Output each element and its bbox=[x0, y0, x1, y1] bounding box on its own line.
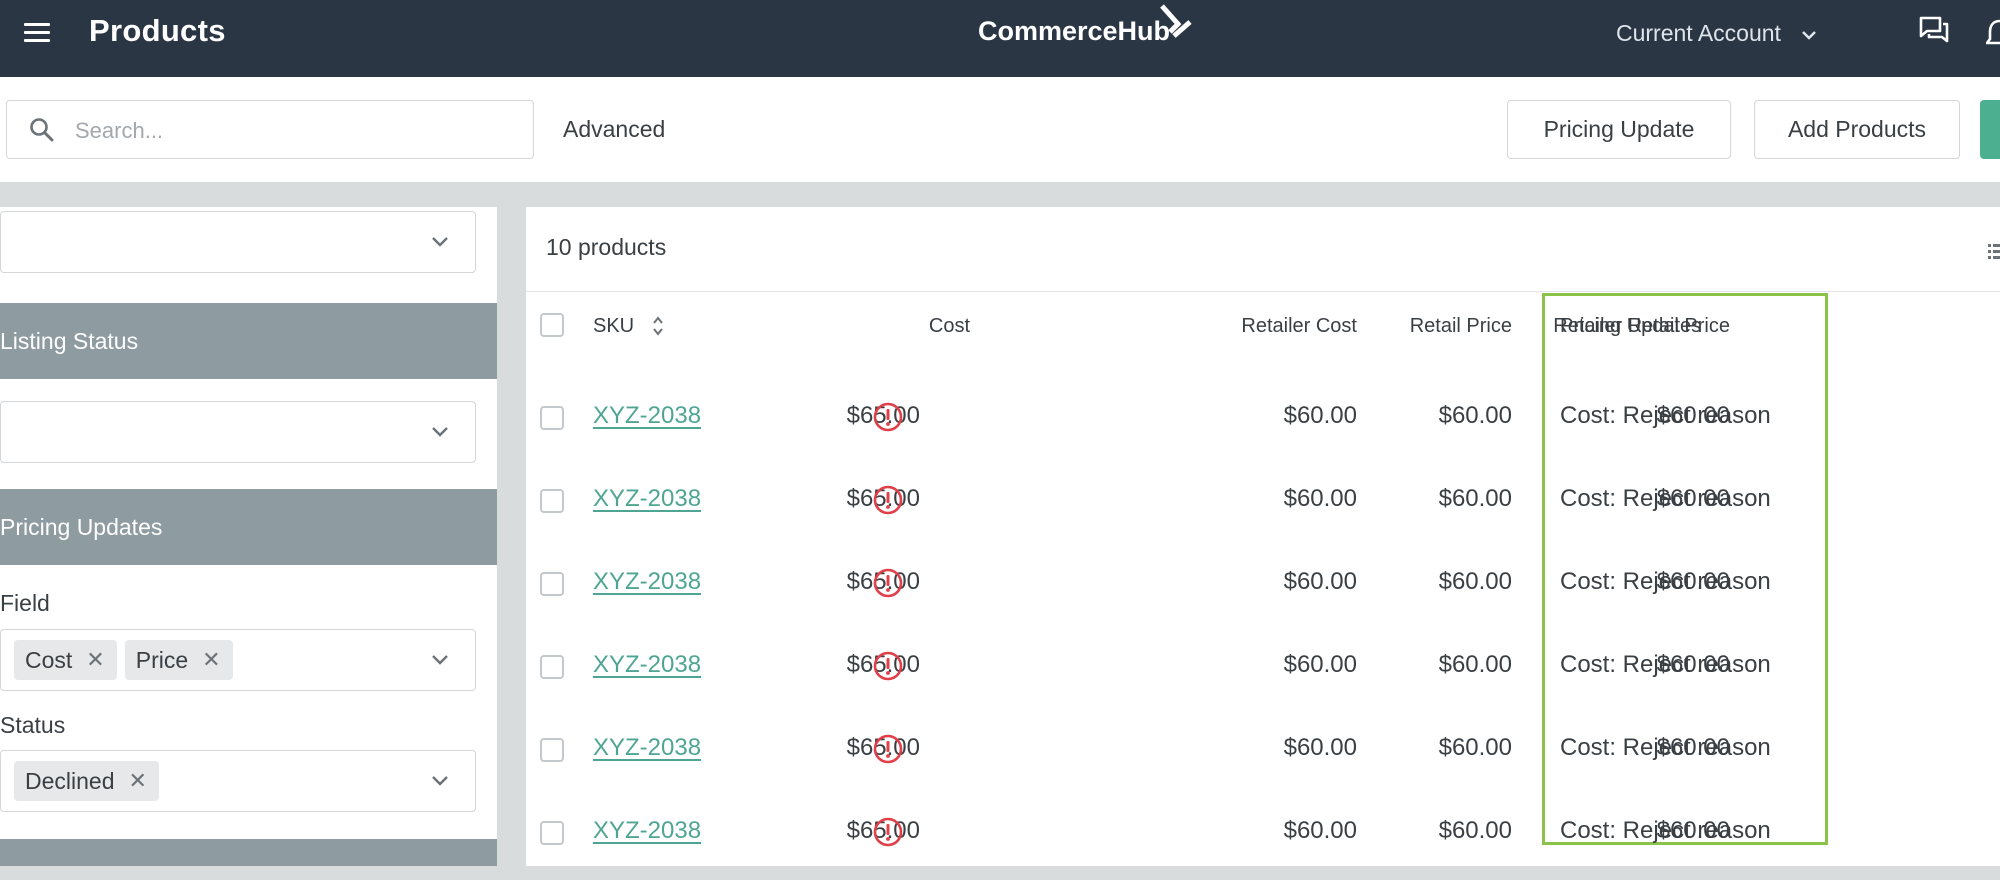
row-checkbox[interactable] bbox=[540, 821, 564, 845]
status-chip-declined: Declined ✕ bbox=[14, 761, 159, 801]
products-panel: 10 products SKU Cost Retailer Cost Retai… bbox=[526, 207, 2000, 866]
remove-chip-icon[interactable]: ✕ bbox=[86, 647, 104, 673]
top-bar: Products CommerceHub Current Account bbox=[0, 0, 2000, 77]
row-checkbox[interactable] bbox=[540, 406, 564, 430]
column-header-retail-price[interactable]: Retail Price bbox=[1410, 315, 1512, 338]
chip-label: Declined bbox=[25, 767, 115, 794]
retailer-cost-value: $60.00 bbox=[1283, 568, 1357, 595]
bell-icon[interactable] bbox=[1986, 18, 2000, 48]
hamburger-icon[interactable] bbox=[24, 23, 50, 43]
retailer-cost-value: $60.00 bbox=[1283, 485, 1357, 512]
retailer-cost-value: $60.00 bbox=[1283, 817, 1357, 844]
chevron-down-icon bbox=[1802, 31, 1817, 40]
status-multiselect[interactable]: Declined ✕ bbox=[0, 750, 476, 812]
brand-name: CommerceHub bbox=[978, 16, 1171, 46]
product-count: 10 products bbox=[546, 234, 667, 260]
retailer-cost-value: $60.00 bbox=[1283, 734, 1357, 761]
sku-link[interactable]: XYZ-2038 bbox=[593, 485, 701, 513]
alert-circle-icon[interactable] bbox=[872, 650, 904, 682]
retail-price-value: $60.00 bbox=[1438, 734, 1512, 761]
alert-circle-icon[interactable] bbox=[872, 733, 904, 765]
alert-circle-icon[interactable] bbox=[872, 484, 904, 516]
next-filter-header[interactable] bbox=[0, 839, 497, 866]
retailer-cost-value: $60.00 bbox=[1283, 651, 1357, 678]
filter-sidebar: Listing Status Pricing Updates Field Cos… bbox=[0, 207, 497, 866]
account-label: Current Account bbox=[1616, 20, 1781, 46]
search-icon bbox=[30, 118, 54, 142]
chevron-down-icon bbox=[432, 237, 448, 247]
commercehub-logo-icon bbox=[1160, 4, 1192, 38]
chevron-down-icon bbox=[432, 776, 448, 786]
retailer-cost-value: $60.00 bbox=[1283, 402, 1357, 429]
row-checkbox[interactable] bbox=[540, 655, 564, 679]
search-input[interactable] bbox=[73, 111, 517, 151]
column-header-cost[interactable]: Cost bbox=[929, 315, 970, 338]
table-row: XYZ-2038 $65.00 $60.00 $60.00 $60.00 Cos… bbox=[526, 797, 2000, 880]
pricing-update-text: Cost: Reject reason bbox=[1560, 568, 1771, 595]
row-checkbox[interactable] bbox=[540, 572, 564, 596]
field-chip-price: Price ✕ bbox=[124, 640, 233, 680]
chat-icon[interactable] bbox=[1918, 15, 1950, 47]
primary-action-button[interactable] bbox=[1980, 100, 2000, 159]
chevron-down-icon bbox=[432, 427, 448, 437]
pricing-updates-header[interactable]: Pricing Updates bbox=[0, 489, 497, 565]
pricing-update-button[interactable]: Pricing Update bbox=[1507, 100, 1731, 159]
page-title: Products bbox=[89, 13, 226, 48]
listing-status-header[interactable]: Listing Status bbox=[0, 303, 497, 379]
sort-icon[interactable] bbox=[652, 315, 664, 337]
pricing-update-text: Cost: Reject reason bbox=[1560, 734, 1771, 761]
chip-label: Price bbox=[135, 646, 189, 673]
retail-price-value: $60.00 bbox=[1438, 402, 1512, 429]
sku-link[interactable]: XYZ-2038 bbox=[593, 734, 701, 762]
row-checkbox[interactable] bbox=[540, 738, 564, 762]
field-chip-cost: Cost ✕ bbox=[14, 640, 117, 680]
add-products-button[interactable]: Add Products bbox=[1754, 100, 1960, 159]
field-label: Field bbox=[0, 590, 50, 616]
alert-circle-icon[interactable] bbox=[872, 816, 904, 848]
row-checkbox[interactable] bbox=[540, 489, 564, 513]
table-row: XYZ-2038 $65.00 $60.00 $60.00 $60.00 Cos… bbox=[526, 465, 2000, 548]
retail-price-value: $60.00 bbox=[1438, 651, 1512, 678]
retail-price-value: $60.00 bbox=[1438, 568, 1512, 595]
remove-chip-icon[interactable]: ✕ bbox=[202, 647, 220, 673]
list-icon[interactable] bbox=[1988, 243, 2000, 261]
sku-link[interactable]: XYZ-2038 bbox=[593, 402, 701, 430]
chip-label: Cost bbox=[25, 646, 73, 673]
search-box[interactable] bbox=[6, 100, 534, 159]
field-multiselect[interactable]: Cost ✕ Price ✕ bbox=[0, 629, 476, 691]
table-row: XYZ-2038 $65.00 $60.00 $60.00 $60.00 Cos… bbox=[526, 382, 2000, 465]
filter-select-top[interactable] bbox=[0, 211, 476, 273]
select-all-checkbox[interactable] bbox=[540, 313, 564, 337]
account-switcher[interactable]: Current Account bbox=[1616, 20, 1817, 47]
divider bbox=[526, 291, 2000, 292]
pricing-update-text: Cost: Reject reason bbox=[1560, 485, 1771, 512]
retail-price-value: $60.00 bbox=[1438, 485, 1512, 512]
pricing-update-text: Cost: Reject reason bbox=[1560, 402, 1771, 429]
chevron-down-icon bbox=[432, 655, 448, 665]
remove-chip-icon[interactable]: ✕ bbox=[129, 768, 147, 794]
column-header-sku[interactable]: SKU bbox=[593, 315, 634, 338]
pricing-update-text: Cost: Reject reason bbox=[1560, 817, 1771, 844]
alert-circle-icon[interactable] bbox=[872, 401, 904, 433]
sku-link[interactable]: XYZ-2038 bbox=[593, 817, 701, 845]
table-row: XYZ-2038 $65.00 $60.00 $60.00 $60.00 Cos… bbox=[526, 714, 2000, 797]
pricing-update-text: Cost: Reject reason bbox=[1560, 651, 1771, 678]
alert-circle-icon[interactable] bbox=[872, 567, 904, 599]
advanced-search-link[interactable]: Advanced bbox=[563, 116, 665, 143]
column-header-retailer-cost[interactable]: Retailer Cost bbox=[1241, 315, 1357, 338]
listing-status-select[interactable] bbox=[0, 401, 476, 463]
status-label: Status bbox=[0, 712, 66, 738]
retail-price-value: $60.00 bbox=[1438, 817, 1512, 844]
brand-logo: CommerceHub bbox=[978, 4, 1192, 47]
sku-link[interactable]: XYZ-2038 bbox=[593, 651, 701, 679]
toolbar: Advanced Pricing Update Add Products bbox=[0, 77, 2000, 182]
table-row: XYZ-2038 $65.00 $60.00 $60.00 $60.00 Cos… bbox=[526, 548, 2000, 631]
table-row: XYZ-2038 $65.00 $60.00 $60.00 $60.00 Cos… bbox=[526, 631, 2000, 714]
sku-link[interactable]: XYZ-2038 bbox=[593, 568, 701, 596]
